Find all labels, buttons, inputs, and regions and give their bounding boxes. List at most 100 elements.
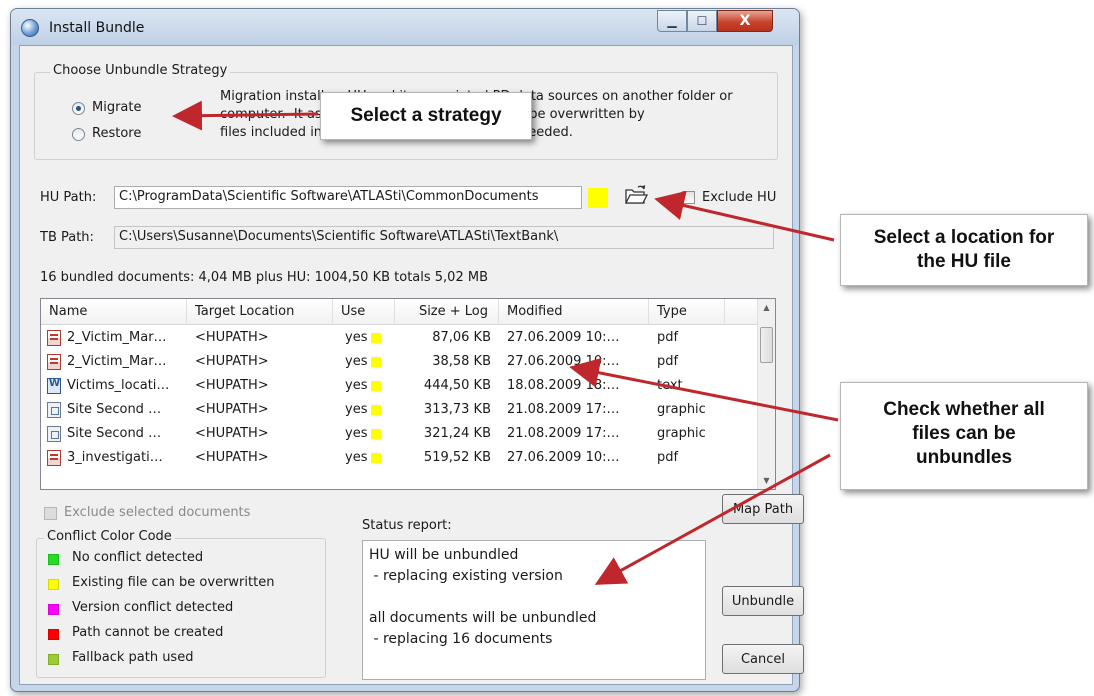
use-value: yes: [345, 450, 368, 465]
cell-use: yes: [345, 398, 393, 422]
cell-target: <HUPATH>: [195, 354, 269, 369]
scroll-thumb[interactable]: [760, 327, 773, 363]
cell-modified: 27.06.2009 10:…: [507, 450, 620, 465]
cell-target: <HUPATH>: [195, 426, 269, 441]
graphic-file-icon: [47, 402, 61, 418]
migrate-radio[interactable]: [72, 102, 85, 115]
status-report-label: Status report:: [362, 518, 452, 533]
column-header-use[interactable]: Use: [333, 299, 395, 325]
table-row[interactable]: 2_Victim_Mar… <HUPATH> yes 87,06 KB 27.06.20…: [41, 326, 757, 350]
documents-list[interactable]: Name Target Location Use Size + Log Modi…: [40, 298, 776, 490]
table-row[interactable]: 3_investigati… <HUPATH> yes 519,52 KB 27.06.…: [41, 446, 757, 470]
maximize-button[interactable]: ☐: [687, 10, 717, 32]
use-status-swatch: [371, 356, 382, 367]
cell-type: pdf: [657, 450, 679, 465]
exclude-selected-label: Exclude selected documents: [64, 505, 251, 520]
cell-type: graphic: [657, 426, 706, 441]
status-line: - replacing 16 documents: [369, 631, 553, 647]
cell-size: 313,73 KB: [423, 402, 491, 417]
strategy-callout: Select a strategy: [320, 92, 532, 140]
hu-path-field[interactable]: C:\ProgramData\Scientific Software\ATLAS…: [114, 186, 582, 209]
column-header-type[interactable]: Type: [649, 299, 725, 325]
cell-use: yes: [345, 422, 393, 446]
cell-type: pdf: [657, 330, 679, 345]
cell-size: 38,58 KB: [432, 354, 491, 369]
check-callout-line: Check whether all: [883, 399, 1045, 420]
dialog-client-area: Choose Unbundle Strategy Migrate Restore…: [19, 45, 804, 685]
cell-target: <HUPATH>: [195, 378, 269, 393]
cell-modified: 18.08.2009 18:…: [507, 378, 620, 393]
status-line: HU will be unbundled: [369, 547, 519, 563]
cell-size: 519,52 KB: [423, 450, 491, 465]
column-header-modified[interactable]: Modified: [499, 299, 649, 325]
status-line: - replacing existing version: [369, 568, 563, 584]
bundle-summary: 16 bundled documents: 4,04 MB plus HU: 1…: [40, 270, 488, 285]
cell-target: <HUPATH>: [195, 330, 269, 345]
cancel-button[interactable]: Cancel: [722, 644, 804, 674]
column-header-name[interactable]: Name: [41, 299, 187, 325]
hu-path-status-swatch: [588, 188, 608, 208]
use-value: yes: [345, 426, 368, 441]
restore-radio[interactable]: [72, 128, 85, 141]
use-value: yes: [345, 378, 368, 393]
cell-type: text: [657, 378, 683, 393]
table-row[interactable]: Victims_locati… <HUPATH> yes 444,50 KB 18.08…: [41, 374, 757, 398]
use-value: yes: [345, 354, 368, 369]
status-report-box: HU will be unbundled - replacing existin…: [362, 540, 706, 680]
cell-target: <HUPATH>: [195, 450, 269, 465]
hu-path-label: HU Path:: [40, 190, 97, 205]
open-folder-icon[interactable]: [624, 184, 649, 208]
table-row[interactable]: Site Second … <HUPATH> yes 313,73 KB 21.08.2…: [41, 398, 757, 422]
cell-target: <HUPATH>: [195, 402, 269, 417]
table-row[interactable]: 2_Victim_Mar… <HUPATH> yes 38,58 KB 27.06.20…: [41, 350, 757, 374]
cell-type: graphic: [657, 402, 706, 417]
cell-modified: 21.08.2009 17:…: [507, 402, 620, 417]
map-path-button[interactable]: Map Path: [722, 494, 804, 524]
cell-use: yes: [345, 350, 393, 374]
cell-name: 2_Victim_Mar…: [67, 330, 167, 345]
check-callout: Check whether all files can be unbundles: [840, 382, 1088, 490]
scroll-down-arrow-icon[interactable]: ▼: [758, 472, 775, 489]
exclude-hu-checkbox[interactable]: [682, 191, 695, 204]
conflict-legend-items: No conflict detected Existing file can be…: [36, 550, 326, 676]
legend-color-swatch: [48, 654, 59, 665]
cell-name: 2_Victim_Mar…: [67, 354, 167, 369]
cell-type: pdf: [657, 354, 679, 369]
use-status-swatch: [371, 428, 382, 439]
cell-size: 444,50 KB: [423, 378, 491, 393]
cell-size: 87,06 KB: [432, 330, 491, 345]
column-header-size[interactable]: Size + Log: [395, 299, 499, 325]
cell-use: yes: [345, 326, 393, 350]
close-button[interactable]: X: [717, 10, 773, 32]
pdf-file-icon: [47, 450, 61, 466]
title-bar[interactable]: Install Bundle ▁ ☐ X: [11, 9, 799, 45]
legend-color-swatch: [48, 579, 59, 590]
graphic-file-icon: [47, 426, 61, 442]
cell-use: yes: [345, 374, 393, 398]
cell-modified: 21.08.2009 17:…: [507, 426, 620, 441]
check-callout-line: files can be: [912, 423, 1016, 444]
exclude-hu-label[interactable]: Exclude HU: [702, 190, 776, 205]
table-row[interactable]: Site Second … <HUPATH> yes 321,24 KB 21.08.2…: [41, 422, 757, 446]
strategy-callout-text: Select a strategy: [350, 105, 502, 126]
minimize-button[interactable]: ▁: [657, 10, 687, 32]
legend-color-swatch: [48, 629, 59, 640]
restore-label[interactable]: Restore: [92, 126, 141, 141]
status-line: [369, 587, 699, 608]
legend-color-swatch: [48, 604, 59, 615]
cell-name: 3_investigati…: [67, 450, 163, 465]
app-icon: [21, 19, 39, 37]
exclude-selected-checkbox[interactable]: [44, 507, 57, 520]
column-header-target[interactable]: Target Location: [187, 299, 333, 325]
location-callout-line: the HU file: [917, 251, 1011, 272]
scroll-up-arrow-icon[interactable]: ▲: [758, 299, 775, 316]
cell-modified: 27.06.2009 10:…: [507, 330, 620, 345]
list-header: Name Target Location Use Size + Log Modi…: [41, 299, 757, 325]
unbundle-button[interactable]: Unbundle: [722, 586, 804, 616]
migrate-label[interactable]: Migrate: [92, 100, 142, 115]
location-callout: Select a location for the HU file: [840, 214, 1088, 286]
use-value: yes: [345, 330, 368, 345]
cell-size: 321,24 KB: [423, 426, 491, 441]
list-scrollbar[interactable]: ▲ ▼: [757, 299, 775, 489]
legend-label: Existing file can be overwritten: [72, 575, 275, 590]
